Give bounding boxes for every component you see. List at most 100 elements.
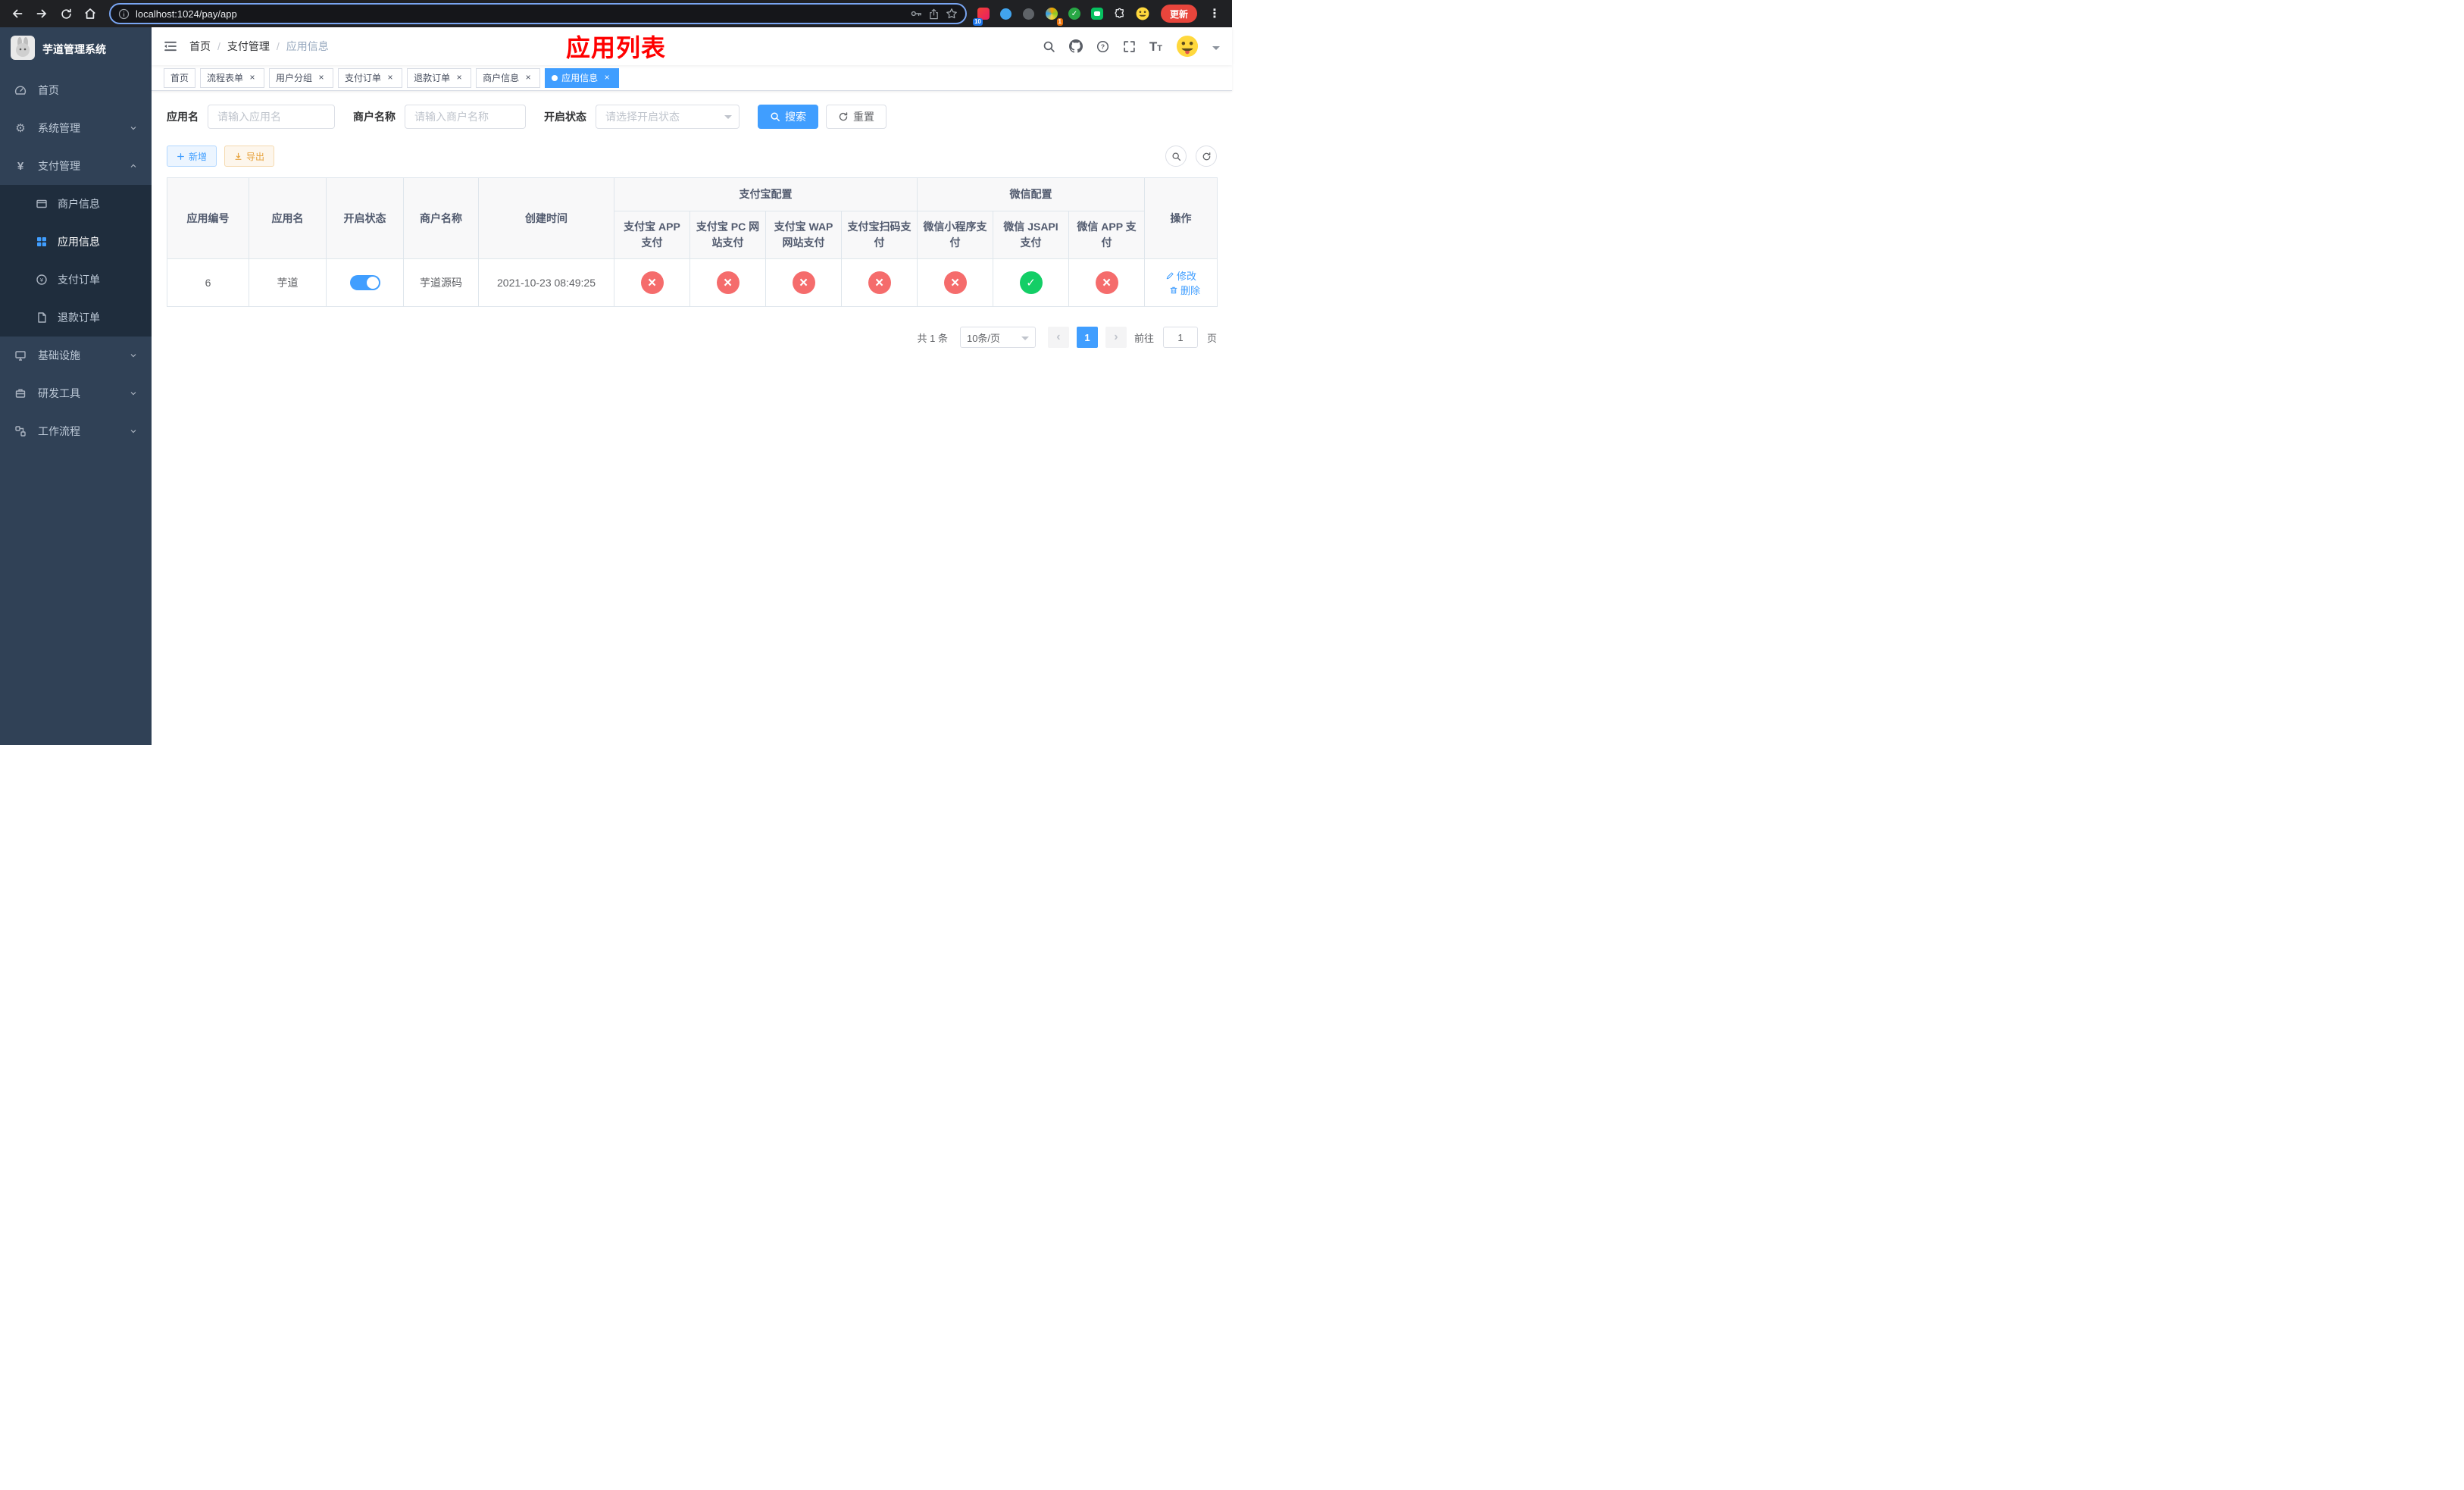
address-bar[interactable]: localhost:1024/pay/app bbox=[109, 3, 967, 24]
avatar-dropdown-caret-icon[interactable] bbox=[1212, 46, 1220, 54]
user-avatar[interactable] bbox=[1176, 35, 1199, 58]
close-icon[interactable] bbox=[602, 73, 612, 83]
sidebar-item-pay-order[interactable]: ¥ 支付订单 bbox=[0, 261, 152, 299]
svg-text:?: ? bbox=[1101, 42, 1105, 50]
fail-icon bbox=[792, 271, 815, 294]
col-app-name: 应用名 bbox=[249, 177, 327, 259]
browser-reload-icon[interactable] bbox=[55, 2, 77, 25]
cell-alipay-pc bbox=[689, 258, 766, 307]
chevron-up-icon bbox=[129, 161, 138, 171]
tab-label: 退款订单 bbox=[414, 73, 451, 83]
cell-app-name: 芋道 bbox=[249, 258, 327, 307]
sidebar-item-home[interactable]: 首页 bbox=[0, 71, 152, 109]
browser-forward-icon[interactable] bbox=[30, 2, 53, 25]
add-button[interactable]: 新增 bbox=[167, 146, 217, 167]
enabled-toggle[interactable] bbox=[349, 275, 380, 290]
chrome-menu-icon[interactable] bbox=[1203, 2, 1226, 25]
toolbox-icon bbox=[14, 387, 27, 399]
col-wx-jsapi: 微信 JSAPI 支付 bbox=[993, 211, 1069, 259]
toggle-search-button[interactable] bbox=[1165, 146, 1187, 167]
close-icon[interactable] bbox=[316, 73, 327, 83]
site-info-icon[interactable] bbox=[118, 8, 130, 20]
col-app-id: 应用编号 bbox=[167, 177, 249, 259]
sidebar-item-payment[interactable]: 支付管理 bbox=[0, 147, 152, 185]
github-icon[interactable] bbox=[1068, 39, 1083, 53]
page-title: 应用列表 bbox=[565, 34, 667, 61]
tab-pay-order[interactable]: 支付订单 bbox=[338, 67, 403, 88]
pagination-total: 共 1 条 bbox=[917, 332, 948, 344]
fail-icon bbox=[1095, 271, 1118, 294]
sidebar-item-workflow[interactable]: 工作流程 bbox=[0, 412, 152, 450]
sidebar-item-dev-tools[interactable]: 研发工具 bbox=[0, 374, 152, 412]
breadcrumb-payment[interactable]: 支付管理 bbox=[227, 39, 270, 54]
extension-icon-2[interactable] bbox=[997, 5, 1015, 23]
browser-back-icon[interactable] bbox=[6, 2, 29, 25]
document-icon bbox=[35, 311, 48, 324]
cell-alipay-app bbox=[614, 258, 690, 307]
chevron-down-icon bbox=[129, 124, 138, 133]
close-icon[interactable] bbox=[247, 73, 258, 83]
close-icon[interactable] bbox=[523, 73, 533, 83]
tab-app-info[interactable]: 应用信息 bbox=[545, 67, 620, 88]
sidebar-toggle-icon[interactable] bbox=[164, 39, 177, 53]
app-name-input[interactable] bbox=[208, 105, 335, 129]
bookmark-star-icon[interactable] bbox=[946, 8, 958, 20]
reset-button[interactable]: 重置 bbox=[826, 105, 886, 129]
search-icon[interactable] bbox=[1043, 40, 1055, 53]
share-icon[interactable] bbox=[928, 8, 940, 20]
chevron-down-icon bbox=[129, 389, 138, 398]
extension-icon-1[interactable]: 10 bbox=[972, 5, 993, 26]
next-page-button[interactable] bbox=[1105, 327, 1127, 348]
sidebar-item-refund-order[interactable]: 退款订单 bbox=[0, 299, 152, 337]
active-dot-icon bbox=[552, 74, 558, 81]
edit-link[interactable]: 修改 bbox=[1165, 268, 1196, 283]
cell-merchant: 芋道源码 bbox=[403, 258, 479, 307]
close-icon[interactable] bbox=[385, 73, 396, 83]
col-created: 创建时间 bbox=[478, 177, 614, 259]
breadcrumb-separator: / bbox=[276, 40, 280, 52]
prev-page-button[interactable] bbox=[1047, 327, 1069, 348]
extension-icon-4[interactable]: 1 bbox=[1043, 5, 1063, 26]
sidebar-item-system[interactable]: 系统管理 bbox=[0, 109, 152, 147]
breadcrumb: 首页 / 支付管理 / 应用信息 bbox=[189, 39, 329, 54]
tab-merchant-info[interactable]: 商户信息 bbox=[476, 67, 541, 88]
chrome-update-button[interactable]: 更新 bbox=[1160, 5, 1197, 23]
profile-avatar-icon[interactable] bbox=[1134, 5, 1152, 23]
col-actions: 操作 bbox=[1144, 177, 1218, 259]
goto-page-input[interactable] bbox=[1162, 327, 1198, 348]
password-key-icon[interactable] bbox=[910, 8, 922, 20]
close-icon[interactable] bbox=[454, 73, 464, 83]
chevron-down-icon bbox=[129, 427, 138, 436]
dashboard-icon bbox=[14, 84, 27, 96]
sidebar-item-merchant-info[interactable]: 商户信息 bbox=[0, 185, 152, 223]
extension-icon-5[interactable] bbox=[1065, 5, 1083, 23]
sidebar-item-app-info[interactable]: 应用信息 bbox=[0, 223, 152, 261]
page-1-button[interactable]: 1 bbox=[1076, 327, 1098, 348]
export-button[interactable]: 导出 bbox=[224, 146, 275, 167]
fullscreen-icon[interactable] bbox=[1123, 40, 1136, 53]
browser-home-icon[interactable] bbox=[79, 2, 102, 25]
refresh-button[interactable] bbox=[1196, 146, 1217, 167]
sidebar-item-label: 商户信息 bbox=[58, 198, 100, 210]
merchant-name-input[interactable] bbox=[405, 105, 526, 129]
search-button[interactable]: 搜索 bbox=[758, 105, 818, 129]
extension-icon-3[interactable] bbox=[1020, 5, 1038, 23]
status-select[interactable]: 请选择开启状态 bbox=[596, 105, 740, 129]
delete-link[interactable]: 删除 bbox=[1169, 283, 1200, 297]
breadcrumb-home[interactable]: 首页 bbox=[189, 39, 211, 54]
sidebar-menu: 首页 系统管理 支付管理 商户信息 bbox=[0, 71, 152, 450]
sidebar-item-label: 退款订单 bbox=[58, 311, 100, 324]
sidebar-item-infrastructure[interactable]: 基础设施 bbox=[0, 337, 152, 374]
font-size-icon[interactable]: TT bbox=[1149, 40, 1162, 53]
browser-chrome: localhost:1024/pay/app 10 1 更新 bbox=[0, 0, 1232, 27]
extensions-puzzle-icon[interactable] bbox=[1111, 5, 1129, 23]
tab-process-form[interactable]: 流程表单 bbox=[200, 67, 265, 88]
tab-refund-order[interactable]: 退款订单 bbox=[407, 67, 472, 88]
help-icon[interactable]: ? bbox=[1096, 40, 1109, 53]
tab-home[interactable]: 首页 bbox=[164, 67, 196, 88]
tab-user-group[interactable]: 用户分组 bbox=[269, 67, 334, 88]
extension-icon-6[interactable] bbox=[1088, 5, 1106, 23]
fail-icon bbox=[868, 271, 891, 294]
col-wx-mini: 微信小程序支付 bbox=[917, 211, 993, 259]
page-size-select[interactable]: 10条/页 bbox=[959, 327, 1036, 348]
